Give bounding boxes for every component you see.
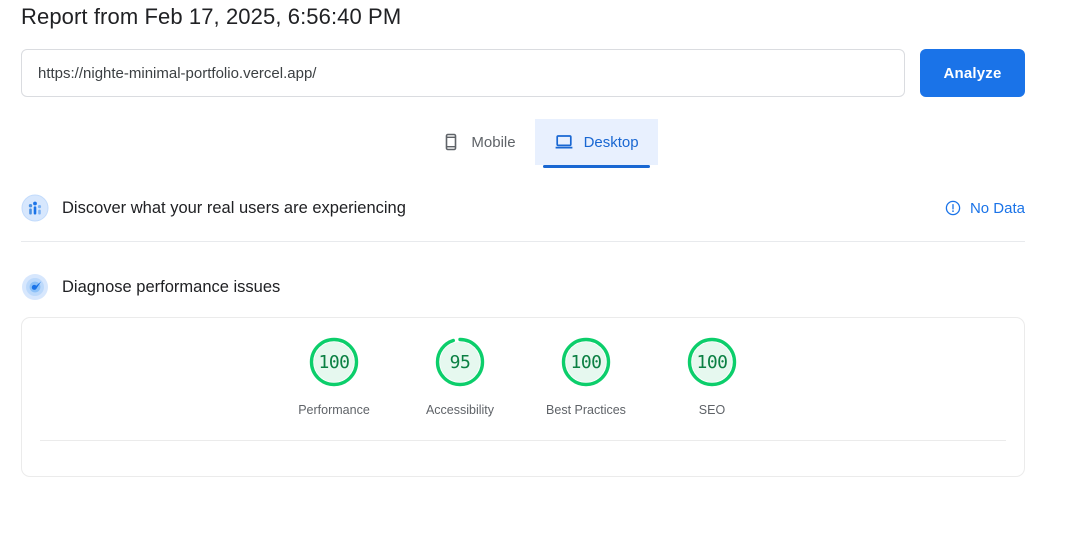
pagespeed-report: Report from Feb 17, 2025, 6:56:40 PM Ana…: [0, 0, 1080, 543]
field-data-section-header: Discover what your real users are experi…: [21, 188, 1025, 228]
gauge-ring-best-practices: 100: [560, 336, 612, 388]
section-divider: [21, 241, 1025, 242]
score-gauges: 100 Performance 95 Accessibility 100 Bes…: [22, 336, 1024, 417]
field-data-icon: [21, 194, 49, 222]
status-badge: No Data: [969, 199, 1025, 217]
score-label-performance: Performance: [298, 403, 370, 417]
card-inner-divider: [40, 440, 1006, 441]
score-value-best-practices: 100: [570, 351, 602, 373]
mobile-icon: [441, 132, 461, 152]
field-data-title: Discover what your real users are experi…: [62, 198, 406, 217]
desktop-icon: [554, 132, 574, 152]
score-label-accessibility: Accessibility: [425, 403, 495, 417]
score-gauge-best-practices[interactable]: 100 Best Practices: [523, 336, 649, 417]
tab-desktop[interactable]: Desktop: [534, 119, 658, 168]
form-factor-tabs: Mobile Desktop: [0, 119, 1080, 168]
gauge-ring-performance: 100: [308, 336, 360, 388]
gauge-icon: [21, 273, 49, 301]
score-value-accessibility: 95: [449, 351, 471, 373]
gauge-ring-accessibility: 95: [434, 336, 486, 388]
score-gauge-accessibility[interactable]: 95 Accessibility: [397, 336, 523, 417]
gauge-ring-seo: 100: [686, 336, 738, 388]
url-input[interactable]: [21, 49, 905, 97]
field-data-status[interactable]: No Data: [945, 200, 1025, 217]
tab-desktop-label: Desktop: [583, 133, 639, 151]
score-label-seo: SEO: [698, 403, 726, 417]
url-form: Analyze: [21, 49, 1025, 99]
diagnostics-title: Diagnose performance issues: [62, 277, 281, 296]
score-gauge-performance[interactable]: 100 Performance: [271, 336, 397, 417]
info-circle-icon: [945, 200, 961, 216]
tab-mobile-label: Mobile: [471, 133, 516, 151]
page-title: Report from Feb 17, 2025, 6:56:40 PM: [21, 4, 402, 29]
diagnostics-section-header: Diagnose performance issues: [21, 267, 1025, 307]
score-gauge-seo[interactable]: 100 SEO: [649, 336, 775, 417]
score-label-best-practices: Best Practices: [546, 403, 626, 417]
analyze-button[interactable]: Analyze: [920, 49, 1025, 97]
score-value-performance: 100: [318, 351, 350, 373]
score-value-seo: 100: [696, 351, 728, 373]
scores-card: 100 Performance 95 Accessibility 100 Bes…: [21, 317, 1025, 477]
tab-mobile[interactable]: Mobile: [422, 119, 534, 165]
